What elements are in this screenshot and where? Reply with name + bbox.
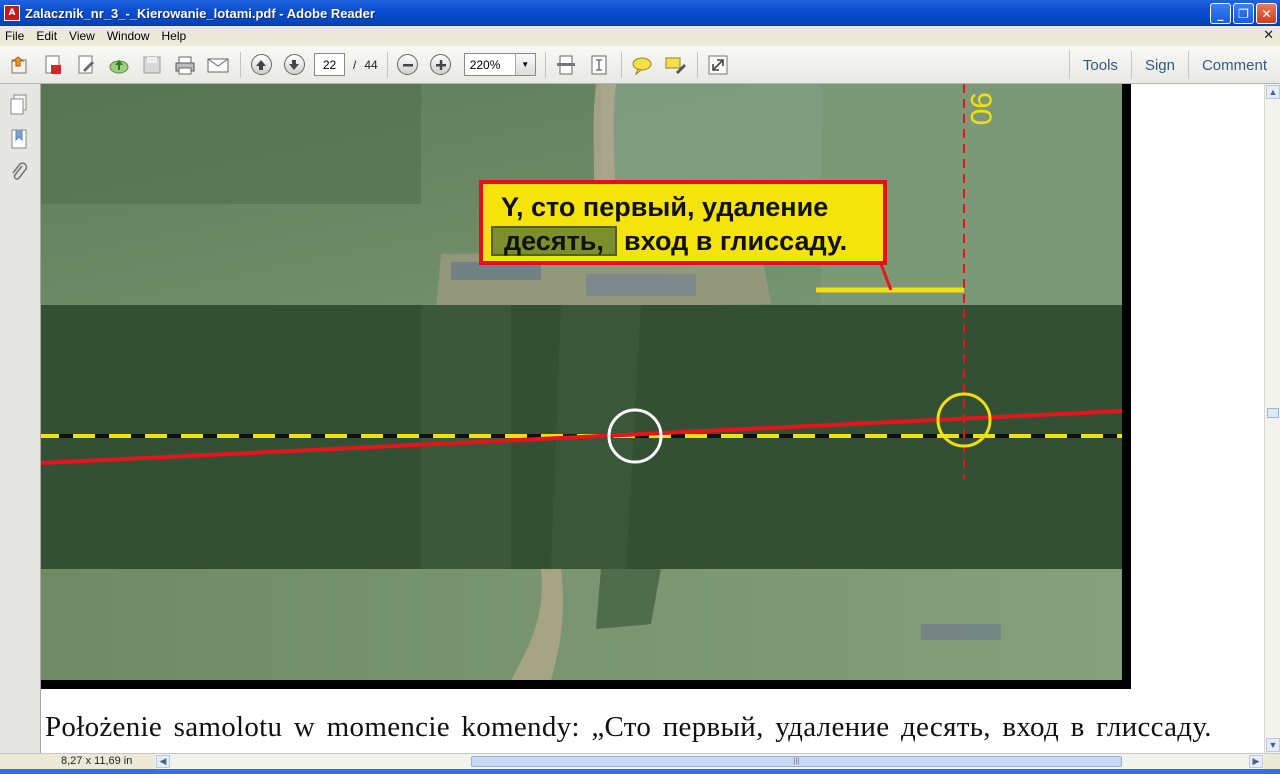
vertical-scrollbar[interactable]: ▲ ▼	[1264, 84, 1280, 753]
scroll-up-arrow-icon[interactable]: ▲	[1266, 85, 1280, 99]
paperclip-icon	[12, 162, 28, 180]
callout-line-1: Y, сто первый, удаление	[501, 192, 828, 222]
fit-width-button[interactable]	[553, 52, 579, 78]
aerial-photo: 90 Y, сто первый, удаление десять, вход …	[41, 84, 1122, 680]
menu-file[interactable]: File	[0, 29, 30, 43]
minimize-button[interactable]: _	[1210, 3, 1231, 24]
scroll-right-arrow-icon[interactable]: ▶	[1249, 755, 1263, 768]
figure-caption: Położenie samolotu w momencie komendy: „…	[45, 711, 1212, 743]
window-title: Zalacznik_nr_3_-_Kierowanie_lotami.pdf -…	[25, 5, 375, 21]
edit-pdf-button[interactable]	[73, 52, 99, 78]
menu-view[interactable]: View	[63, 29, 101, 43]
cloud-upload-icon	[109, 59, 129, 73]
page-number-input[interactable]: 22	[314, 53, 345, 76]
fit-page-icon	[591, 55, 607, 74]
toolbar-separator	[386, 51, 388, 78]
attachments-button[interactable]	[6, 160, 32, 186]
create-pdf-icon	[45, 55, 61, 74]
zoom-value: 220%	[469, 57, 501, 72]
minus-icon	[397, 54, 419, 75]
close-document-icon[interactable]: ✕	[1263, 27, 1274, 43]
menu-window[interactable]: Window	[101, 29, 156, 43]
comment-bubble-icon	[632, 57, 652, 76]
toolbar-separator	[544, 51, 546, 78]
zoom-in-button[interactable]	[428, 52, 454, 78]
save-disk-icon	[143, 56, 161, 73]
total-pages: 44	[364, 57, 378, 72]
toolbar-separator	[240, 51, 241, 78]
tools-pane-button[interactable]: Tools	[1070, 51, 1131, 79]
scroll-left-arrow-icon[interactable]: ◀	[156, 755, 170, 768]
page-size-label: 8,27 x 11,69 in	[61, 755, 133, 767]
toolbar-separator	[696, 51, 698, 78]
menu-help[interactable]: Help	[156, 29, 193, 43]
menu-edit[interactable]: Edit	[30, 29, 63, 43]
figure-frame: 90 Y, сто первый, удаление десять, вход …	[41, 84, 1131, 689]
save-button[interactable]	[139, 52, 165, 78]
next-page-button[interactable]	[281, 52, 307, 78]
upload-cloud-button[interactable]	[106, 52, 132, 78]
toolbar-separator	[620, 51, 622, 78]
highlight-text-button[interactable]	[662, 52, 688, 78]
expand-icon	[708, 55, 728, 74]
open-file-button[interactable]	[7, 52, 33, 78]
edit-document-icon	[78, 55, 94, 73]
document-view[interactable]: 90 Y, сто первый, удаление десять, вход …	[41, 84, 1264, 753]
runway-marker-label: 90	[964, 92, 997, 125]
close-button[interactable]: ✕	[1256, 3, 1277, 24]
vertical-scroll-thumb[interactable]	[1267, 408, 1279, 418]
comment-pane-button[interactable]: Comment	[1189, 51, 1280, 79]
highlighter-icon	[665, 57, 686, 74]
arrow-down-icon	[283, 54, 305, 75]
horizontal-scrollbar[interactable]: ◀ ||| ▶	[155, 754, 1264, 770]
fit-page-button[interactable]	[586, 52, 612, 78]
open-folder-icon	[11, 55, 27, 73]
title-bar: A Zalacznik_nr_3_-_Kierowanie_lotami.pdf…	[0, 0, 1280, 26]
sign-pane-button[interactable]: Sign	[1132, 51, 1188, 79]
status-bar: 8,27 x 11,69 in ◀ ||| ▶	[0, 753, 1280, 770]
callout-highlight: десять,	[504, 226, 604, 256]
pages-icon	[10, 94, 27, 115]
fit-width-icon	[556, 55, 575, 74]
zoom-out-button[interactable]	[395, 52, 421, 78]
horizontal-scroll-thumb[interactable]: |||	[471, 756, 1122, 767]
create-pdf-button[interactable]	[40, 52, 66, 78]
sticky-note-button[interactable]	[629, 52, 655, 78]
taskbar-edge	[0, 769, 1280, 774]
adobe-reader-icon: A	[4, 5, 20, 21]
navigation-pane	[0, 84, 41, 769]
envelope-icon	[207, 58, 229, 72]
bookmarks-button[interactable]	[6, 126, 32, 152]
restore-button[interactable]: ❐	[1233, 3, 1254, 24]
fullscreen-button[interactable]	[705, 52, 731, 78]
arrow-up-icon	[250, 54, 272, 75]
menu-bar: File Edit View Window Help ✕	[0, 26, 1280, 46]
callout-rest: вход в глиссаду.	[624, 226, 847, 256]
page-separator: /	[353, 57, 357, 72]
bookmark-icon	[11, 129, 27, 149]
previous-page-button[interactable]	[248, 52, 274, 78]
scroll-down-arrow-icon[interactable]: ▼	[1266, 738, 1280, 752]
chevron-down-icon[interactable]: ▼	[514, 54, 535, 75]
plus-icon	[430, 54, 452, 75]
toolbar: 22 / 44 220% ▼ Tools Sign Comment	[0, 46, 1280, 84]
page-thumbnails-button[interactable]	[6, 92, 32, 118]
email-button[interactable]	[205, 52, 231, 78]
printer-icon	[175, 56, 195, 74]
print-button[interactable]	[172, 52, 198, 78]
zoom-select[interactable]: 220% ▼	[463, 53, 536, 76]
